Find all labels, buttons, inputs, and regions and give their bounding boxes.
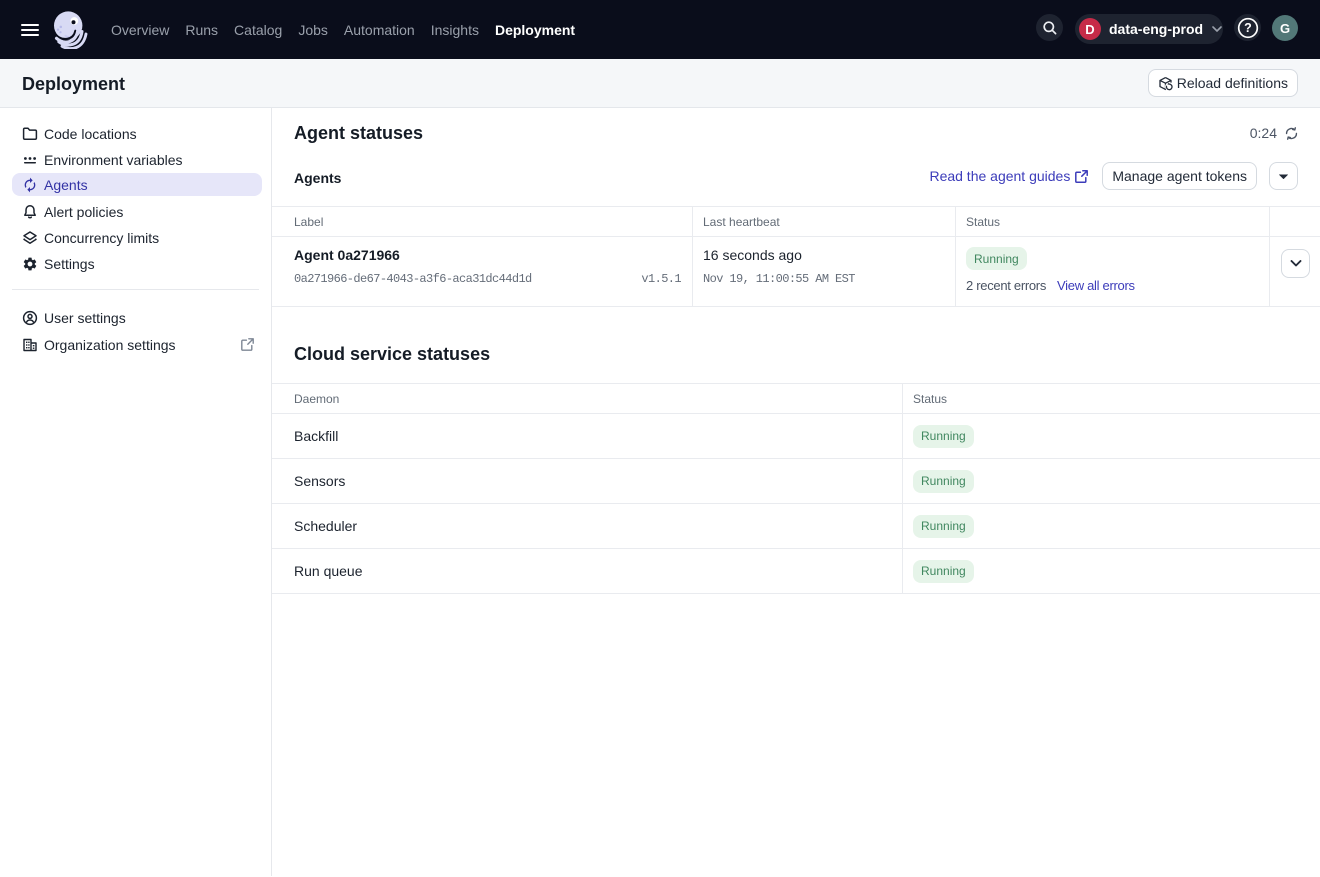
svg-text:?: ? [1244, 21, 1252, 35]
